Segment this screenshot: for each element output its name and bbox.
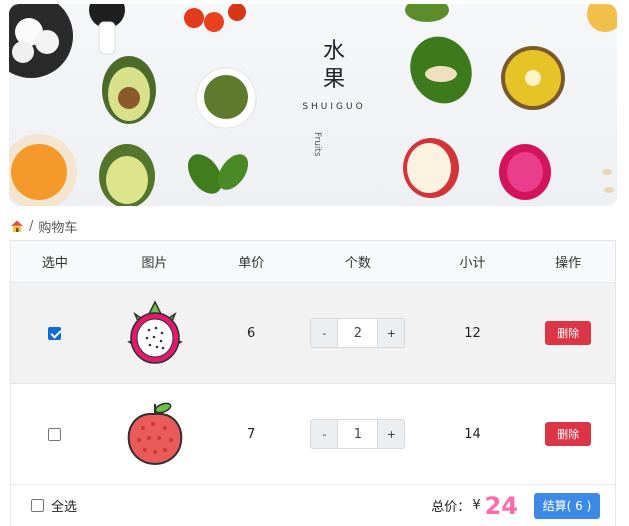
decrement-button[interactable]: - <box>310 419 339 449</box>
delete-button[interactable]: 删除 <box>545 321 592 345</box>
total-value: 24 <box>484 491 518 520</box>
row-price: 7 <box>247 426 256 442</box>
total-area: 总价： ¥ 24 结算( 6 ) <box>431 492 600 520</box>
banner-title: 水 果 SHUIGUO <box>299 38 369 112</box>
breadcrumb-current: 购物车 <box>38 220 78 236</box>
select-all[interactable]: 全选 <box>31 496 77 515</box>
breadcrumb-separator: / <box>29 218 34 234</box>
header-subtotal: 小计 <box>459 256 486 271</box>
delete-button[interactable]: 删除 <box>545 422 592 446</box>
quantity-value[interactable]: 1 <box>338 419 378 449</box>
increment-button[interactable]: + <box>377 419 406 449</box>
cart-table: 选中 图片 单价 个数 小计 操作 6 - 2 + 12 删除 7 - 1 + … <box>10 240 616 526</box>
home-icon[interactable] <box>10 219 24 233</box>
row-checkbox[interactable] <box>48 326 62 340</box>
header-count: 个数 <box>344 256 371 271</box>
checkout-button[interactable]: 结算( 6 ) <box>534 492 600 519</box>
table-header: 选中 图片 单价 个数 小计 操作 <box>10 240 616 283</box>
row-subtotal: 14 <box>464 426 481 442</box>
select-all-checkbox[interactable] <box>31 499 44 512</box>
select-all-label: 全选 <box>51 500 78 515</box>
quantity-stepper: - 1 + <box>310 419 406 449</box>
cart-footer: 全选 总价： ¥ 24 结算( 6 ) <box>10 485 616 526</box>
banner-title-line1: 水 <box>322 39 345 64</box>
quantity-stepper: - 2 + <box>310 318 406 348</box>
fruit-banner: 水 果 SHUIGUO Fruits <box>9 4 617 206</box>
dragon-fruit-icon <box>126 300 183 364</box>
total-label: 总价： <box>431 500 471 515</box>
table-row: 7 - 1 + 14 删除 <box>10 384 616 485</box>
header-select: 选中 <box>41 256 68 271</box>
lychee-icon <box>127 402 182 466</box>
header-action: 操作 <box>555 256 582 271</box>
header-image: 图片 <box>141 256 168 271</box>
row-checkbox[interactable] <box>48 427 62 441</box>
currency-symbol: ¥ <box>472 498 481 513</box>
row-price: 6 <box>247 325 256 341</box>
table-row: 6 - 2 + 12 删除 <box>10 283 616 384</box>
quantity-value[interactable]: 2 <box>338 318 378 348</box>
banner-title-line2: 果 <box>322 67 345 92</box>
decrement-button[interactable]: - <box>310 318 339 348</box>
row-subtotal: 12 <box>464 325 481 341</box>
banner-subtitle: SHUIGUO <box>302 102 366 112</box>
banner-vertical-text: Fruits <box>312 132 322 157</box>
breadcrumb: / 购物车 <box>10 216 77 236</box>
increment-button[interactable]: + <box>377 318 406 348</box>
header-price: 单价 <box>238 256 265 271</box>
